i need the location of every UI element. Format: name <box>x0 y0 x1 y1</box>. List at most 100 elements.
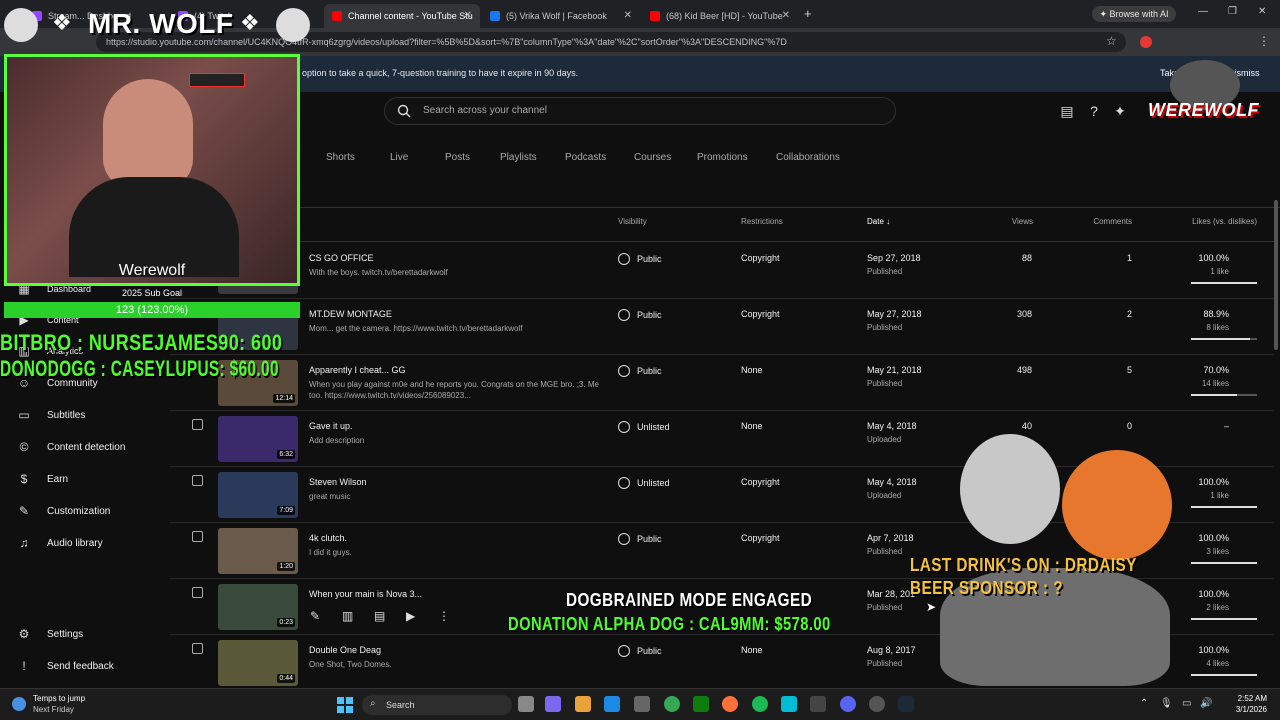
browser-tab-active[interactable]: Channel content - YouTube Stu ✕ <box>324 4 480 28</box>
firefox-icon[interactable] <box>722 696 738 712</box>
browser-menu-icon[interactable]: ⋮ <box>1258 34 1270 48</box>
scrollbar[interactable] <box>1274 200 1278 350</box>
clock-time[interactable]: 2:52 AM <box>1221 694 1267 703</box>
microphone-icon[interactable]: 🎙 <box>1160 698 1173 709</box>
video-title[interactable]: Apparently I cheat... GG <box>309 365 406 375</box>
video-title[interactable]: Gave it up. <box>309 421 353 431</box>
tray-chevron-icon[interactable]: ⌃ <box>1140 698 1148 709</box>
extension-icon[interactable] <box>1140 36 1152 48</box>
video-thumbnail[interactable]: 0:44 <box>218 640 298 686</box>
chrome-icon[interactable] <box>664 696 680 712</box>
video-row[interactable]: CS GO OFFICE With the boys. twitch.tv/ber… <box>170 243 1274 299</box>
tab-podcasts[interactable]: Podcasts <box>565 152 606 163</box>
file-explorer-icon[interactable] <box>575 696 591 712</box>
weather-line-1[interactable]: Temps to jump <box>33 694 85 703</box>
video-title[interactable]: When your main is Nova 3... <box>309 589 422 599</box>
steam-icon[interactable] <box>898 696 914 712</box>
windows-start-icon[interactable] <box>337 697 353 713</box>
close-window-icon[interactable]: ✕ <box>1258 6 1266 17</box>
more-options-icon[interactable]: ⋮ <box>438 609 450 623</box>
nav-earn[interactable]: $ Earn <box>16 469 68 489</box>
tab-courses[interactable]: Courses <box>634 152 671 163</box>
nav-settings[interactable]: ⚙ Settings <box>16 624 84 644</box>
help-icon[interactable]: ? <box>1085 102 1103 120</box>
row-checkbox[interactable] <box>192 587 203 598</box>
bookmark-star-icon[interactable]: ☆ <box>1106 34 1117 48</box>
row-checkbox[interactable] <box>192 643 203 654</box>
browse-with-ai-button[interactable]: ✦ Browse with AI <box>1092 6 1176 22</box>
app-icon[interactable] <box>781 696 797 712</box>
column-comments[interactable]: Comments <box>1080 217 1132 226</box>
copilot-icon[interactable] <box>545 696 561 712</box>
taskbar-search-box[interactable]: ⌕ Search <box>362 695 512 715</box>
video-thumbnail[interactable]: 0:23 <box>218 584 298 630</box>
column-views[interactable]: Views <box>1000 217 1033 226</box>
row-checkbox[interactable] <box>192 419 203 430</box>
app-icon[interactable] <box>869 696 885 712</box>
browser-tab[interactable]: (68) Kid Beer [HD] - YouTube ✕ <box>642 4 798 28</box>
nav-subtitles[interactable]: ▭ Subtitles <box>16 405 85 425</box>
spotify-icon[interactable] <box>752 696 768 712</box>
clock-date[interactable]: 3/1/2026 <box>1221 705 1267 714</box>
xbox-icon[interactable] <box>693 696 709 712</box>
restore-icon[interactable]: ❐ <box>1228 6 1237 17</box>
tab-live[interactable]: Live <box>390 152 408 163</box>
close-tab-icon[interactable]: ✕ <box>464 10 472 21</box>
visibility-dropdown[interactable]: Public <box>618 309 662 321</box>
nav-customization[interactable]: ✎ Customization <box>16 501 110 521</box>
nav-audio-library[interactable]: ♫ Audio library <box>16 533 103 553</box>
weather-line-2[interactable]: Next Friday <box>33 705 74 714</box>
edge-icon[interactable] <box>604 696 620 712</box>
ai-sparkle-icon[interactable]: ✦ <box>1111 102 1129 120</box>
task-view-icon[interactable] <box>518 696 534 712</box>
visibility-dropdown[interactable]: Public <box>618 533 662 545</box>
pencil-icon[interactable]: ✎ <box>310 609 320 623</box>
video-thumbnail[interactable]: 6:32 <box>218 416 298 462</box>
video-title[interactable]: Steven Wilson <box>309 477 367 487</box>
column-likes[interactable]: Likes (vs. dislikes) <box>1170 217 1257 226</box>
youtube-play-icon[interactable]: ▶ <box>406 609 415 623</box>
close-tab-icon[interactable]: ✕ <box>624 10 632 21</box>
nav-content-detection[interactable]: © Content detection <box>16 437 126 457</box>
column-visibility[interactable]: Visibility <box>618 217 647 226</box>
volume-icon[interactable]: 🔊 <box>1200 698 1212 709</box>
video-thumbnail[interactable]: 1:20 <box>218 528 298 574</box>
tab-playlists[interactable]: Playlists <box>500 152 537 163</box>
discord-icon[interactable] <box>840 696 856 712</box>
column-date[interactable]: Date ↓ <box>867 217 890 226</box>
network-icon[interactable]: ▭ <box>1182 698 1191 709</box>
video-title[interactable]: Double One Deag <box>309 645 381 655</box>
media-player-icon[interactable] <box>810 696 826 712</box>
video-row[interactable]: 12:14 Apparently I cheat... GG When you pl… <box>170 355 1274 411</box>
store-icon[interactable] <box>634 696 650 712</box>
comments-icon[interactable]: ▤ <box>374 609 385 623</box>
column-restrictions[interactable]: Restrictions <box>741 217 783 226</box>
new-tab-icon[interactable]: + <box>804 6 812 21</box>
video-title[interactable]: MT.DEW MONTAGE <box>309 309 392 319</box>
video-row[interactable]: MT.DEW MONTAGE Mom... get the camera. htt… <box>170 299 1274 355</box>
row-checkbox[interactable] <box>192 475 203 486</box>
tab-shorts[interactable]: Shorts <box>326 152 355 163</box>
visibility-dropdown[interactable]: Unlisted <box>618 421 670 433</box>
browser-tab[interactable]: (5) Vrika Wolf | Facebook ✕ <box>482 4 640 28</box>
row-checkbox[interactable] <box>192 531 203 542</box>
messages-icon[interactable]: ▤ <box>1058 102 1076 120</box>
visibility-dropdown[interactable]: Public <box>618 365 662 377</box>
video-thumbnail[interactable]: 7:09 <box>218 472 298 518</box>
search-input[interactable]: Search across your channel <box>423 105 547 116</box>
tab-collaborations[interactable]: Collaborations <box>776 152 840 163</box>
comment-count[interactable]: 1 <box>1050 253 1132 263</box>
tab-promotions[interactable]: Promotions <box>697 152 748 163</box>
minimize-icon[interactable]: — <box>1198 6 1208 17</box>
comment-count[interactable]: 5 <box>1050 365 1132 375</box>
visibility-dropdown[interactable]: Public <box>618 253 662 265</box>
visibility-dropdown[interactable]: Unlisted <box>618 477 670 489</box>
video-title[interactable]: 4k clutch. <box>309 533 347 543</box>
visibility-dropdown[interactable]: Public <box>618 645 662 657</box>
tab-posts[interactable]: Posts <box>445 152 470 163</box>
video-title[interactable]: CS GO OFFICE <box>309 253 374 263</box>
analytics-icon[interactable]: ▥ <box>342 609 353 623</box>
close-tab-icon[interactable]: ✕ <box>782 10 790 21</box>
channel-search-box[interactable]: Search across your channel <box>384 97 896 125</box>
comment-count[interactable]: 2 <box>1050 309 1132 319</box>
